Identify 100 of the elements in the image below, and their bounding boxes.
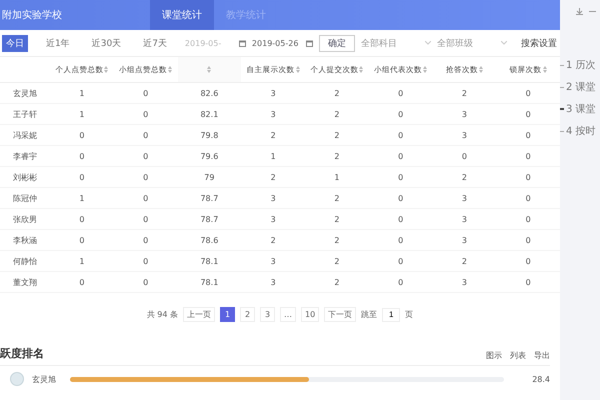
table-cell: 2 — [305, 251, 369, 272]
table-cell: 0 — [114, 167, 178, 188]
table-cell: 2 — [305, 230, 369, 251]
sort-icon[interactable] — [478, 66, 483, 73]
section-action[interactable]: 图示 — [486, 350, 502, 361]
student-name: 玄灵旭 — [32, 374, 57, 384]
outline-item[interactable]: 2 课堂 — [560, 80, 600, 94]
table-cell: 3 — [432, 104, 496, 125]
table-cell: 0 — [50, 125, 114, 146]
next-page-button[interactable]: 下一页 — [324, 307, 356, 322]
table-cell: 0 — [50, 167, 114, 188]
table-cell: 0 — [368, 83, 432, 104]
table-cell: 79 — [178, 167, 242, 188]
table-cell: 李睿宇 — [0, 146, 50, 167]
minimize-icon[interactable] — [589, 8, 596, 15]
table-cell: 2 — [305, 146, 369, 167]
sort-icon[interactable] — [207, 66, 212, 73]
range-button[interactable]: 近30天 — [88, 34, 126, 52]
table-cell: 3 — [432, 272, 496, 293]
subject-select[interactable]: 全部科目 — [360, 36, 431, 50]
total-count: 共 94 条 — [146, 309, 178, 320]
table-cell: 董文翔 — [0, 272, 50, 293]
page-button[interactable]: 1 — [220, 307, 236, 322]
section-action[interactable]: 导出 — [534, 350, 550, 361]
table-cell: 2 — [241, 230, 305, 251]
table-cell: 2 — [305, 83, 369, 104]
table-cell: 2 — [241, 125, 305, 146]
table-cell: 82.1 — [178, 104, 242, 125]
outline-item[interactable]: 3 课堂 — [560, 102, 600, 116]
table-cell: 冯采妮 — [0, 125, 50, 146]
table-cell: 0 — [114, 104, 178, 125]
page-button[interactable]: 10 — [301, 307, 320, 322]
table-cell: 0 — [114, 209, 178, 230]
outline-item[interactable]: 1 历次 — [560, 58, 600, 72]
table-cell: 陈冠仲 — [0, 188, 50, 209]
table-cell: 2 — [432, 83, 496, 104]
range-button[interactable]: 近7天 — [139, 34, 171, 52]
table-cell: 3 — [241, 83, 305, 104]
table-cell: 刘彬彬 — [0, 167, 50, 188]
table-cell: 0 — [368, 125, 432, 146]
table-cell: 2 — [305, 104, 369, 125]
table-cell: 2 — [305, 272, 369, 293]
header-tab[interactable]: 课堂统计 — [150, 0, 214, 30]
table-cell: 0 — [114, 272, 178, 293]
school-title: 附加实验学校 — [1, 8, 63, 23]
jump-label: 跳至 — [361, 309, 378, 320]
table-cell: 0 — [368, 230, 432, 251]
table-cell: 何静怡 — [0, 251, 50, 272]
table-cell: 3 — [432, 125, 496, 146]
page-button[interactable]: 3 — [260, 307, 276, 322]
table-cell: 3 — [432, 209, 496, 230]
section-action[interactable]: 列表 — [510, 350, 526, 361]
table-cell: 2 — [305, 209, 369, 230]
table-cell: 0 — [368, 209, 432, 230]
calendar-icon — [306, 40, 313, 46]
table-cell: 3 — [241, 272, 305, 293]
table-cell: 2 — [305, 125, 369, 146]
table-cell: 3 — [432, 188, 496, 209]
page-input[interactable]: 1 — [382, 308, 400, 322]
table-cell: 79.6 — [178, 146, 242, 167]
page-button[interactable]: 2 — [240, 307, 256, 322]
range-button[interactable]: 今日 — [2, 34, 28, 52]
table-cell: 0 — [368, 188, 432, 209]
confirm-button[interactable]: 确定 — [318, 34, 355, 52]
table-cell: 79.8 — [178, 125, 242, 146]
table-cell: 1 — [241, 146, 305, 167]
table-cell: 0 — [368, 251, 432, 272]
table-cell: 玄灵旭 — [0, 83, 50, 104]
table-cell: 0 — [114, 146, 178, 167]
caret-icon — [424, 41, 431, 45]
table-cell: 3 — [241, 188, 305, 209]
table-cell: 1 — [50, 251, 114, 272]
table-cell: 82.6 — [178, 83, 242, 104]
table-cell: 1 — [50, 104, 114, 125]
outline-item[interactable]: 4 按时 — [560, 124, 600, 138]
class-select[interactable]: 全部班级 — [436, 36, 507, 50]
table-cell: 1 — [50, 83, 114, 104]
range-button[interactable]: 近1年 — [42, 34, 74, 52]
table-cell: 78.6 — [178, 230, 242, 251]
table-cell: 0 — [50, 209, 114, 230]
prev-page-button[interactable]: 上一页 — [183, 307, 216, 322]
sort-icon[interactable] — [359, 66, 364, 73]
page-button[interactable]: … — [280, 307, 296, 322]
sort-icon[interactable] — [542, 66, 547, 73]
sort-icon[interactable] — [168, 66, 172, 73]
sort-icon[interactable] — [104, 66, 108, 73]
table-cell: 78.1 — [178, 272, 242, 293]
table-cell: 78.7 — [178, 209, 242, 230]
section-title: 跃度排名 — [0, 346, 44, 361]
page-unit: 页 — [405, 309, 414, 320]
search-settings-link[interactable]: 搜索设置 — [520, 36, 557, 50]
sort-icon[interactable] — [296, 66, 300, 73]
sort-icon[interactable] — [423, 66, 428, 73]
table-cell: 0 — [114, 83, 178, 104]
table-cell: 0 — [368, 167, 432, 188]
table-cell: 3 — [241, 209, 305, 230]
table-cell: 2 — [241, 167, 305, 188]
table-cell: 0 — [368, 146, 432, 167]
table-cell: 1 — [50, 188, 114, 209]
download-icon[interactable] — [576, 8, 583, 15]
